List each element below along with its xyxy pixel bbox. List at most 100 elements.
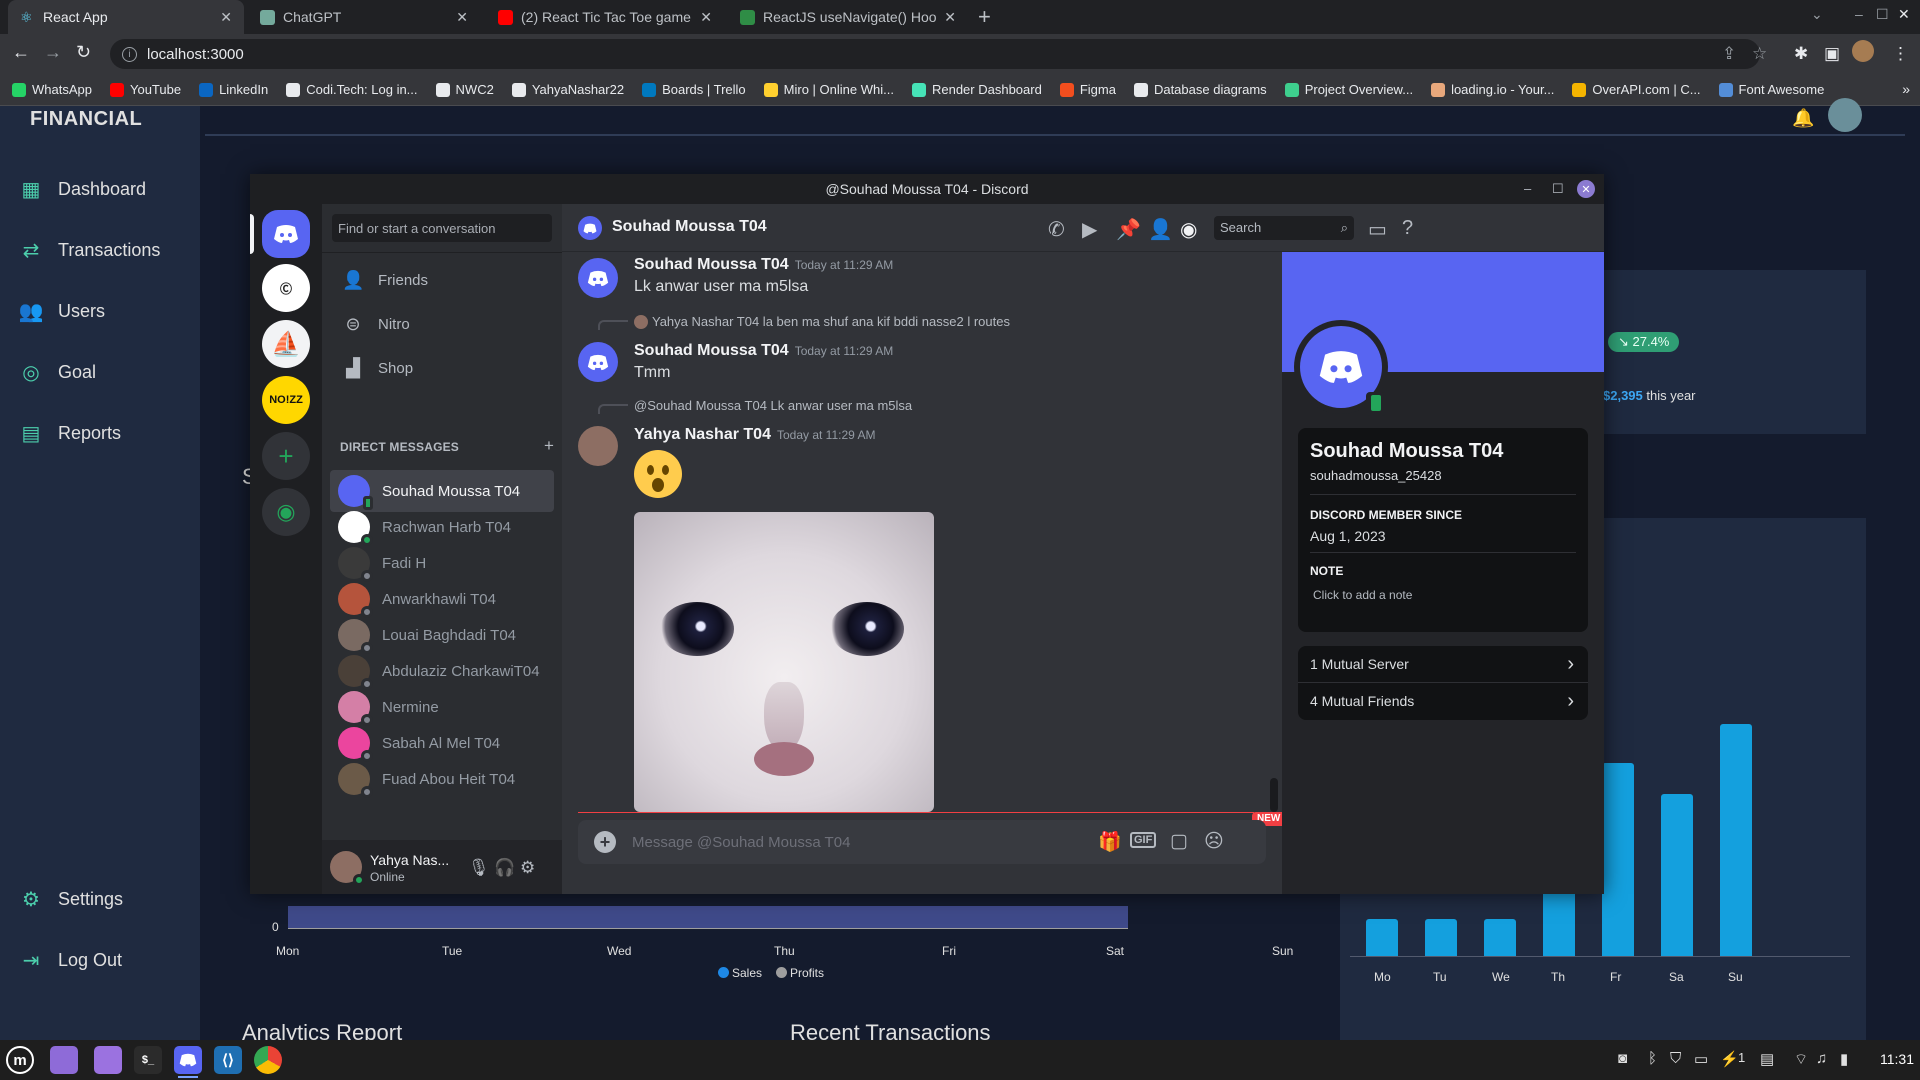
file-manager-icon[interactable] (94, 1046, 122, 1074)
bookmark-item[interactable]: Boards | Trello (642, 82, 746, 97)
wifi-icon[interactable]: ⌔ (1794, 1050, 1808, 1069)
bookmark-item[interactable]: Database diagrams (1133, 82, 1267, 97)
reload-icon[interactable]: ↻ (76, 42, 91, 63)
us-flag-icon[interactable]: ▤ (1760, 1050, 1774, 1068)
shield-icon[interactable]: ⛉ (1670, 1050, 1681, 1067)
close-icon[interactable]: ✕ (1898, 6, 1910, 23)
battery-icon[interactable]: ▮ (1840, 1050, 1848, 1068)
server-noizz[interactable]: NO!ZZ (262, 376, 310, 424)
scrollbar[interactable] (1270, 778, 1278, 812)
maximize-icon[interactable]: ☐ (1876, 6, 1889, 23)
avatar[interactable] (1828, 98, 1862, 132)
side-panel-icon[interactable]: ▣ (1824, 44, 1840, 64)
nav-settings[interactable]: ⚙ Settings (20, 888, 123, 911)
emoji-picker-icon[interactable]: ☹ (1204, 830, 1224, 853)
pin-icon[interactable]: 📌 (1116, 217, 1141, 242)
bar[interactable] (1425, 919, 1457, 956)
message-author[interactable]: Yahya Nashar T04 Today at 11:29 AM (634, 426, 875, 444)
dm-item[interactable]: Fuad Abou Heit T04 (330, 758, 554, 800)
reply-preview[interactable]: @Souhad Moussa T04 Lk anwar user ma m5ls… (634, 398, 912, 586)
dm-search-input[interactable] (332, 214, 552, 242)
back-icon[interactable]: ← (12, 42, 30, 63)
explore-servers-button[interactable]: ◉ (262, 488, 310, 536)
voice-call-icon[interactable]: ✆ (1048, 217, 1065, 242)
info-icon[interactable]: i (122, 46, 137, 62)
mutual-friends-row[interactable]: 4 Mutual Friends › (1298, 682, 1588, 720)
bookmark-item[interactable]: Codi.Tech: Log in... (286, 82, 418, 97)
nav-nitro[interactable]: ⊜ Nitro (330, 304, 554, 344)
bar[interactable] (1484, 919, 1516, 956)
bookmark-item[interactable]: LinkedIn (199, 82, 268, 97)
bar[interactable] (1366, 919, 1398, 956)
nav-dashboard[interactable]: ▦ Dashboard (20, 178, 147, 201)
nav-users[interactable]: 👥 Users (19, 300, 105, 323)
menu-icon[interactable]: ⋮ (1892, 44, 1909, 64)
profile-avatar[interactable] (1852, 40, 1874, 62)
extensions-icon[interactable]: ✱ (1794, 44, 1808, 64)
start-menu-icon[interactable]: m (6, 1046, 34, 1074)
message-author[interactable]: Souhad Moussa T04 Today at 11:29 AM (634, 256, 893, 274)
browser-tab-react-app[interactable]: ⚛ React App ✕ (8, 0, 244, 34)
address-bar[interactable]: i localhost:3000 (110, 39, 1760, 69)
bar[interactable] (1661, 794, 1693, 956)
gear-icon[interactable]: ⚙ (520, 858, 535, 878)
vscode-icon[interactable]: ⟨⟩ (214, 1046, 242, 1074)
add-friend-icon[interactable]: 👤 (1148, 217, 1173, 242)
message-input[interactable] (632, 830, 1052, 854)
nav-transactions[interactable]: ⇄ Transactions (20, 239, 161, 262)
avatar[interactable] (578, 342, 618, 382)
new-tab-button[interactable]: + (978, 4, 991, 30)
server-codi[interactable]: Ⓒ (262, 264, 310, 312)
app-launcher-icon[interactable] (50, 1046, 78, 1074)
note-input[interactable]: Click to add a note (1313, 588, 1412, 602)
close-icon[interactable]: ✕ (220, 9, 232, 26)
avatar[interactable] (578, 426, 618, 466)
video-call-icon[interactable]: ▶ (1082, 217, 1097, 242)
close-icon[interactable]: ✕ (944, 9, 956, 26)
create-dm-button[interactable]: + (544, 436, 554, 456)
maximize-icon[interactable]: ☐ (1552, 181, 1564, 197)
star-icon[interactable]: ☆ (1752, 44, 1767, 64)
nav-shop[interactable]: ▟ Shop (330, 348, 554, 388)
chevron-down-icon[interactable]: ⌄ (1811, 6, 1823, 23)
user-profile-icon[interactable]: ◉ (1180, 217, 1197, 242)
nav-reports[interactable]: ▤ Reports (20, 422, 121, 445)
nav-goal[interactable]: ◎ Goal (20, 361, 96, 384)
add-server-button[interactable]: + (262, 432, 310, 480)
bookmark-item[interactable]: OverAPI.com | C... (1572, 82, 1701, 97)
discord-tray-icon[interactable]: ◙ (1618, 1050, 1627, 1067)
upload-plus-icon[interactable]: + (594, 831, 616, 853)
avatar[interactable] (578, 258, 618, 298)
bookmark-item[interactable]: loading.io - Your... (1431, 82, 1554, 97)
update-icon[interactable]: ⚡ (1720, 1050, 1739, 1068)
profile-avatar[interactable] (1294, 320, 1388, 416)
bookmark-item[interactable]: Miro | Online Whi... (763, 82, 894, 97)
crying-cat-image[interactable] (634, 512, 934, 812)
bookmarks-overflow-button[interactable]: » (1902, 81, 1910, 97)
browser-tab-youtube[interactable]: (2) React Tic Tac Toe game w ✕ (486, 0, 724, 34)
home-button[interactable] (262, 210, 310, 258)
microphone-icon[interactable]: 🎙 (468, 858, 490, 878)
bookmark-item[interactable]: WhatsApp (12, 82, 92, 97)
sticker-icon[interactable]: ▢ (1170, 830, 1188, 853)
bookmark-item[interactable]: Font Awesome (1718, 82, 1824, 97)
server-sailboat[interactable]: ⛵ (262, 320, 310, 368)
message-author[interactable]: Souhad Moussa T04 Today at 11:29 AM (634, 342, 893, 360)
chrome-icon[interactable] (254, 1046, 282, 1074)
share-icon[interactable]: ⇪ (1722, 44, 1736, 64)
gif-icon[interactable]: GIF (1130, 832, 1157, 848)
help-icon[interactable]: ? (1402, 217, 1413, 240)
sound-icon[interactable]: ♫ (1816, 1050, 1827, 1067)
close-icon[interactable]: ✕ (700, 9, 712, 26)
close-icon[interactable]: ✕ (456, 9, 468, 26)
chat-search[interactable]: Search ⌕ (1214, 216, 1354, 240)
terminal-icon[interactable]: $_ (134, 1046, 162, 1074)
bookmark-item[interactable]: NWC2 (435, 82, 494, 97)
bookmark-item[interactable]: Render Dashboard (911, 82, 1042, 97)
discord-taskbar-icon[interactable] (174, 1046, 202, 1078)
inbox-icon[interactable]: ▭ (1368, 217, 1387, 242)
avatar[interactable] (330, 851, 365, 886)
headphones-icon[interactable]: 🎧 (494, 858, 515, 878)
cpu-icon[interactable]: ▭ (1694, 1050, 1708, 1068)
bookmark-item[interactable]: YouTube (109, 82, 181, 97)
